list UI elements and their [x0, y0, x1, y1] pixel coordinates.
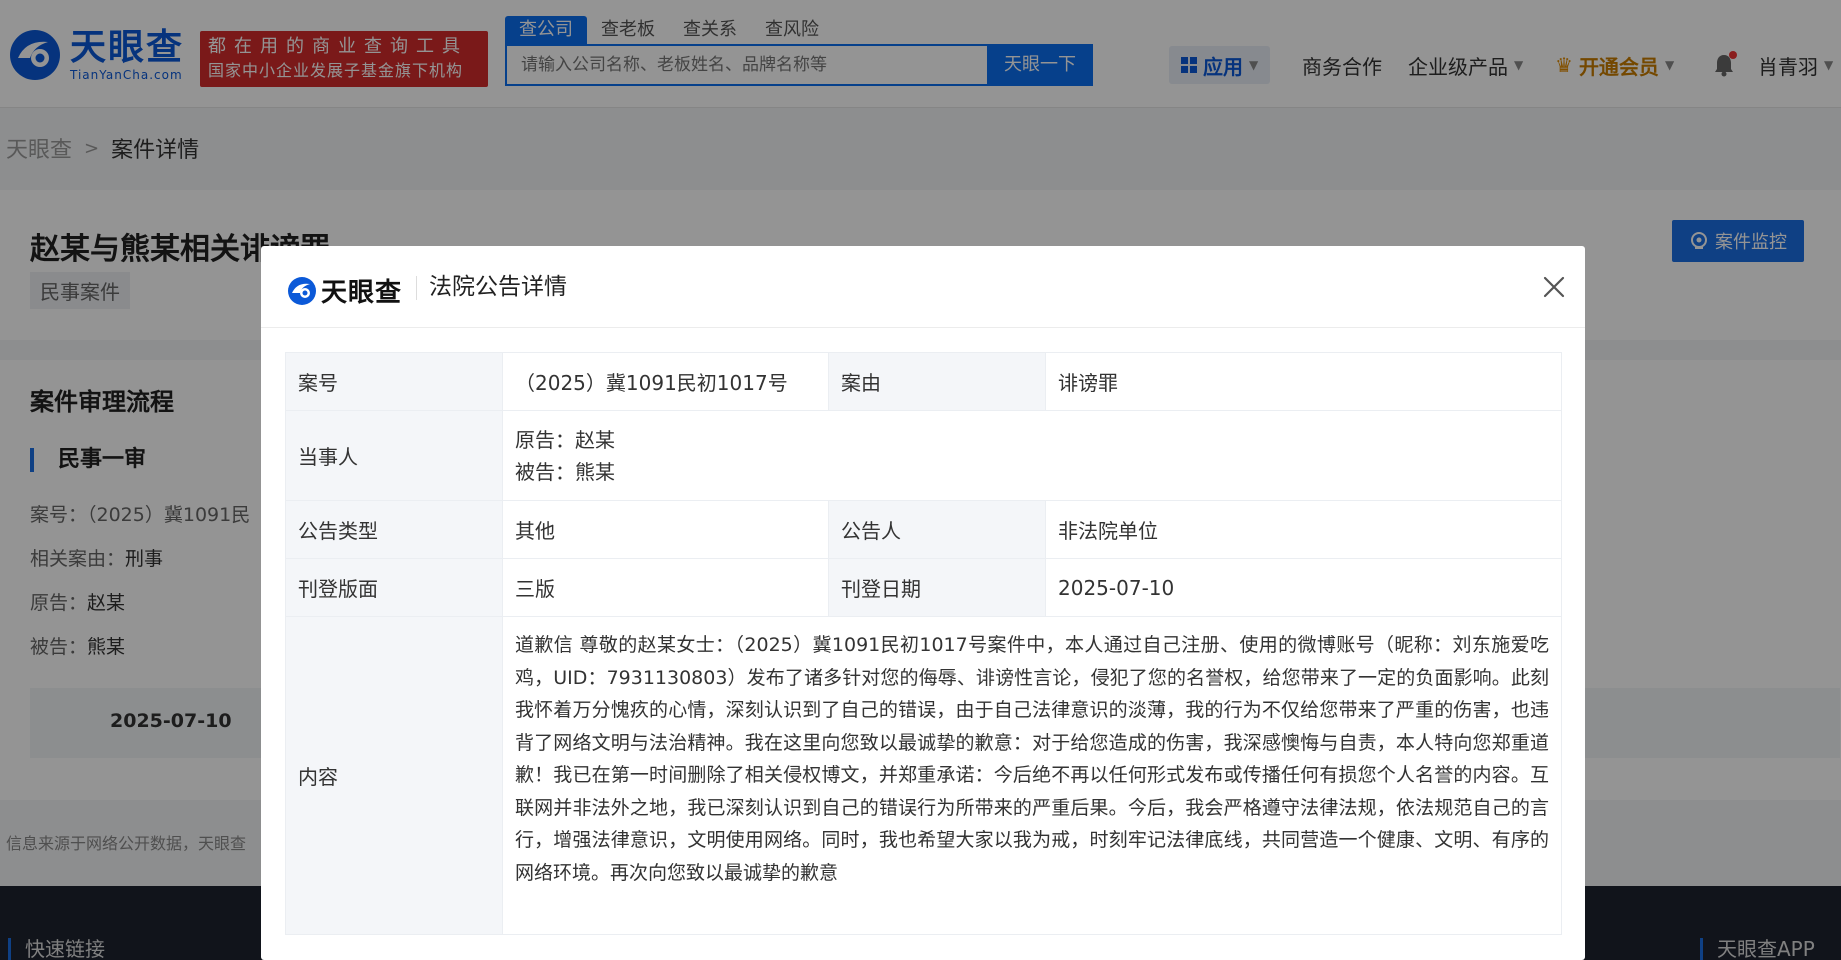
- announcer-label: 公告人: [828, 500, 1046, 559]
- announcer-value: 非法院单位: [1045, 500, 1562, 559]
- notice-detail-table: 案号 （2025）冀1091民初1017号 案由 诽谤罪 当事人 原告：赵某 被…: [285, 352, 1562, 935]
- content-value: 道歉信 尊敬的赵某女士：（2025）冀1091民初1017号案件中，本人通过自己…: [515, 634, 1549, 884]
- party-label: 当事人: [285, 410, 503, 501]
- notice-type-label: 公告类型: [285, 500, 503, 559]
- case-no-label: 案号: [285, 352, 503, 411]
- modal-logo: 天眼查: [287, 272, 402, 309]
- table-row: 内容 道歉信 尊敬的赵某女士：（2025）冀1091民初1017号案件中，本人通…: [285, 616, 1562, 935]
- close-icon[interactable]: [1537, 270, 1571, 304]
- notice-type-value: 其他: [502, 500, 829, 559]
- table-row: 公告类型 其他 公告人 非法院单位: [285, 500, 1562, 559]
- date-value: 2025-07-10: [1045, 558, 1562, 617]
- modal-logo-text: 天眼查: [321, 278, 403, 308]
- table-row: 刊登版面 三版 刊登日期 2025-07-10: [285, 558, 1562, 617]
- content-label: 内容: [285, 616, 503, 935]
- tianyancha-logo-icon: [288, 276, 316, 305]
- date-label: 刊登日期: [828, 558, 1046, 617]
- page-label: 刊登版面: [285, 558, 503, 617]
- table-row: 案号 （2025）冀1091民初1017号 案由 诽谤罪: [285, 352, 1562, 411]
- table-row: 当事人 原告：赵某 被告：熊某: [285, 410, 1562, 501]
- modal-divider: [416, 276, 417, 300]
- modal-header: 天眼查 法院公告详情: [261, 246, 1585, 328]
- plaintiff-value: 原告：赵某: [515, 427, 615, 452]
- modal-title: 法院公告详情: [429, 274, 567, 300]
- content-cell: 道歉信 尊敬的赵某女士：（2025）冀1091民初1017号案件中，本人通过自己…: [502, 616, 1562, 935]
- defendant-value: 被告：熊某: [515, 459, 615, 484]
- court-notice-modal: 天眼查 法院公告详情 案号 （2025）冀1091民初1017号 案由 诽谤罪 …: [261, 246, 1585, 960]
- case-no-value: （2025）冀1091民初1017号: [502, 352, 829, 411]
- page-value: 三版: [502, 558, 829, 617]
- cause-label: 案由: [828, 352, 1046, 411]
- cause-value: 诽谤罪: [1045, 352, 1562, 411]
- party-value: 原告：赵某 被告：熊某: [502, 410, 1562, 501]
